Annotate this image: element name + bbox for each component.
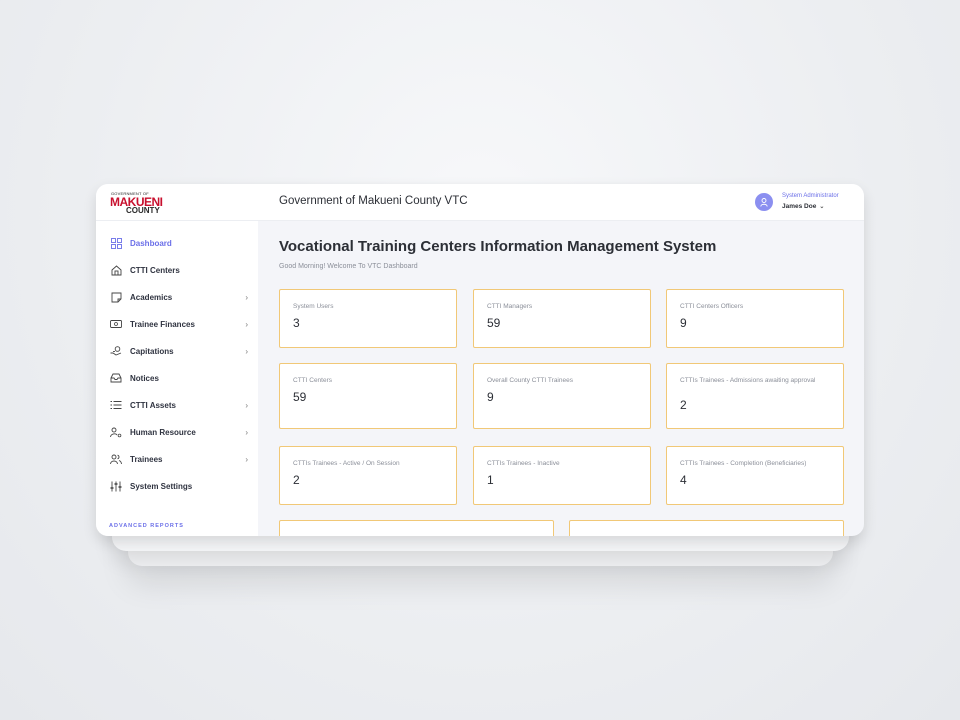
stat-label: Overall County CTTI Trainees	[487, 377, 573, 384]
sidebar-item-ctti-centers[interactable]: CTTI Centers	[110, 263, 248, 277]
stat-label: CTTIs Trainees - Admissions awaiting app…	[680, 377, 816, 384]
note-icon	[110, 291, 122, 303]
stat-label: CTTIs Trainees - Inactive	[487, 460, 560, 467]
stat-label: CTTI Centers	[293, 377, 333, 384]
money-icon	[110, 318, 122, 330]
sidebar-item-ctti-assets[interactable]: CTTI Assets ›	[110, 398, 248, 412]
sidebar-item-label: Notices	[130, 373, 159, 383]
sidebar-item-label: Capitations	[130, 346, 174, 356]
stat-label: System Users	[293, 303, 334, 310]
sliders-icon	[110, 480, 122, 492]
chevron-right-icon: ›	[245, 292, 248, 302]
stat-value: 9	[680, 316, 687, 330]
user-name: James Doe	[782, 203, 817, 210]
sidebar-item-label: System Settings	[130, 481, 193, 491]
stat-value: 2	[293, 473, 300, 487]
stat-value: 1	[487, 473, 494, 487]
sidebar-item-dashboard[interactable]: Dashboard	[110, 236, 248, 250]
stat-card-overall-trainees[interactable]: Overall County CTTI Trainees 9	[473, 363, 651, 429]
chevron-down-icon: ⌄	[819, 204, 825, 210]
sidebar-item-label: Academics	[130, 292, 173, 302]
app-title: Government of Makueni County VTC	[279, 195, 468, 207]
stat-card-admissions-awaiting[interactable]: CTTIs Trainees - Admissions awaiting app…	[666, 363, 844, 429]
users-icon	[110, 453, 122, 465]
stat-card-active-trainees[interactable]: CTTIs Trainees - Active / On Session 2	[279, 446, 457, 505]
chevron-right-icon: ›	[245, 400, 248, 410]
stat-value: 2	[680, 398, 687, 412]
greeting-text: Good Morning! Welcome To VTC Dashboard	[279, 263, 418, 270]
sidebar-item-notices[interactable]: Notices	[110, 371, 248, 385]
chevron-right-icon: ›	[245, 427, 248, 437]
sidebar-item-label: Trainee Finances	[130, 319, 195, 329]
sidebar-item-label: CTTI Centers	[130, 265, 180, 275]
inbox-icon	[110, 372, 122, 384]
sidebar-item-capitations[interactable]: Capitations ›	[110, 344, 248, 358]
sidebar-item-label: Dashboard	[130, 238, 172, 248]
stat-card-inactive-trainees[interactable]: CTTIs Trainees - Inactive 1	[473, 446, 651, 505]
county-logo[interactable]: GOVERNMENT OF MAKUENI COUNTY	[110, 191, 170, 215]
grid-icon	[110, 237, 122, 249]
section-label-advanced-reports: ADVANCED REPORTS	[109, 523, 184, 529]
user-role: System Administrator	[782, 193, 839, 199]
home-icon	[110, 264, 122, 276]
stat-card-ctti-centers-officers[interactable]: CTTI Centers Officers 9	[666, 289, 844, 348]
stat-label: CTTI Managers	[487, 303, 533, 310]
avatar[interactable]	[755, 193, 773, 211]
stat-value: 9	[487, 390, 494, 404]
sidebar-item-trainee-finances[interactable]: Trainee Finances ›	[110, 317, 248, 331]
stat-label: CTTIs Trainees - Completion (Beneficiari…	[680, 460, 807, 467]
hand-coin-icon	[110, 345, 122, 357]
chevron-right-icon: ›	[245, 454, 248, 464]
chevron-right-icon: ›	[245, 319, 248, 329]
list-icon	[110, 399, 122, 411]
page-title: Vocational Training Centers Information …	[279, 238, 717, 255]
stat-value: 4	[680, 473, 687, 487]
sidebar: Dashboard CTTI Centers Academics › Train…	[96, 221, 258, 536]
sidebar-item-system-settings[interactable]: System Settings	[110, 479, 248, 493]
sidebar-item-label: CTTI Assets	[130, 400, 176, 410]
app-window: GOVERNMENT OF MAKUENI COUNTY Government …	[96, 184, 864, 536]
stat-label: CTTIs Trainees - Active / On Session	[293, 460, 400, 467]
report-panel-left	[279, 520, 554, 536]
sidebar-item-human-resource[interactable]: Human Resource ›	[110, 425, 248, 439]
user-settings-icon	[110, 426, 122, 438]
user-icon	[760, 197, 768, 207]
stat-card-ctti-managers[interactable]: CTTI Managers 59	[473, 289, 651, 348]
sidebar-item-label: Trainees	[130, 454, 163, 464]
stat-card-completion-trainees[interactable]: CTTIs Trainees - Completion (Beneficiari…	[666, 446, 844, 505]
stat-card-system-users[interactable]: System Users 3	[279, 289, 457, 348]
main-content: Vocational Training Centers Information …	[258, 221, 864, 536]
stat-card-ctti-centers[interactable]: CTTI Centers 59	[279, 363, 457, 429]
stat-value: 59	[293, 390, 307, 404]
stat-value: 3	[293, 316, 300, 330]
chevron-right-icon: ›	[245, 346, 248, 356]
user-menu[interactable]: James Doe ⌄	[782, 203, 824, 210]
logo-line3: COUNTY	[126, 206, 160, 215]
stat-value: 59	[487, 316, 501, 330]
sidebar-item-trainees[interactable]: Trainees ›	[110, 452, 248, 466]
stat-label: CTTI Centers Officers	[680, 303, 744, 310]
sidebar-item-academics[interactable]: Academics ›	[110, 290, 248, 304]
sidebar-item-label: Human Resource	[130, 427, 196, 437]
top-bar: GOVERNMENT OF MAKUENI COUNTY Government …	[96, 184, 864, 221]
report-panel-right	[569, 520, 844, 536]
